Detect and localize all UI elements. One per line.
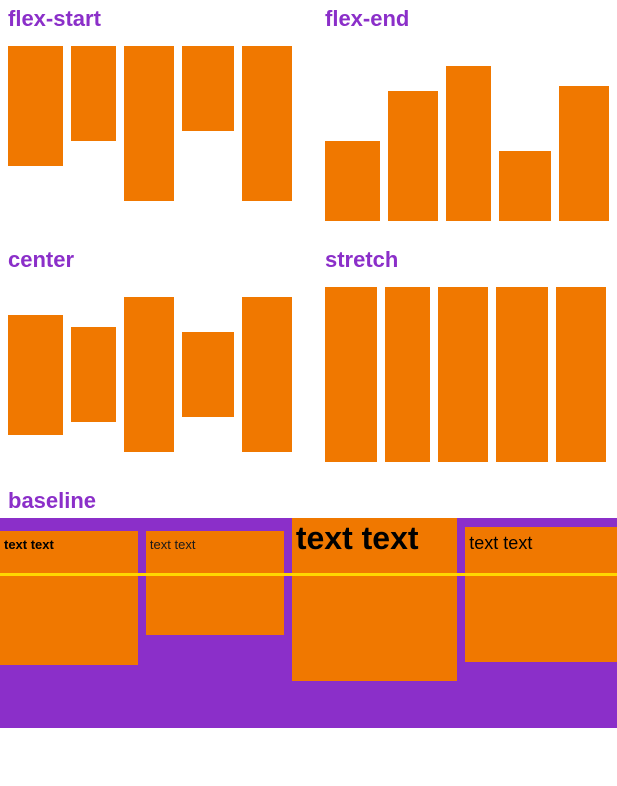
baseline-item-4: text text [465, 527, 617, 662]
baseline-container: text text text text text text [0, 518, 617, 728]
baseline-item-4-inner: text text [465, 527, 617, 662]
flex-start-section: flex-start flex-end [0, 0, 617, 239]
box-fs-5 [242, 46, 292, 201]
box-st-3 [438, 287, 488, 462]
baseline-text-4: text text [469, 533, 613, 555]
baseline-item-1-inner: text text [0, 531, 138, 665]
baseline-item-1: text text [0, 531, 138, 665]
center-section: center stretch [0, 241, 617, 480]
box-fe-1 [325, 141, 380, 221]
stretch-label: stretch [317, 241, 617, 277]
baseline-text-2: text text [150, 537, 280, 553]
baseline-flex: text text text text text text [0, 518, 617, 728]
stretch-panel: stretch [317, 241, 617, 472]
baseline-section: baseline text text text text [0, 482, 617, 728]
baseline-text-3: text text [296, 522, 453, 554]
box-c-5 [242, 297, 292, 452]
box-st-5 [556, 287, 606, 462]
baseline-item-4-block [469, 555, 613, 660]
baseline-item-3: text text [292, 518, 457, 681]
baseline-item-3-inner: text text [292, 518, 457, 681]
baseline-item-2-block [150, 553, 280, 633]
box-fe-3 [446, 66, 491, 221]
box-fs-3 [124, 46, 174, 201]
baseline-item-1-block [4, 553, 134, 663]
center-panel: center [0, 241, 300, 472]
box-fs-4 [182, 46, 234, 131]
flex-start-label: flex-start [0, 0, 300, 36]
baseline-line [0, 573, 617, 576]
box-st-1 [325, 287, 377, 462]
center-label: center [0, 241, 300, 277]
box-c-2 [71, 327, 116, 422]
flex-start-container [0, 36, 300, 231]
box-fs-1 [8, 46, 63, 166]
box-fs-2 [71, 46, 116, 141]
center-container [0, 277, 300, 472]
box-c-1 [8, 315, 63, 435]
baseline-item-2: text text [146, 531, 284, 635]
flex-end-panel: flex-end [317, 0, 617, 231]
box-fe-2 [388, 91, 438, 221]
box-c-3 [124, 297, 174, 452]
baseline-label: baseline [0, 482, 617, 518]
box-st-4 [496, 287, 548, 462]
flex-start-panel: flex-start [0, 0, 300, 231]
box-c-4 [182, 332, 234, 417]
baseline-item-2-inner: text text [146, 531, 284, 635]
flex-end-container [317, 36, 617, 231]
box-fe-5 [559, 86, 609, 221]
flex-end-label: flex-end [317, 0, 617, 36]
baseline-text-1: text text [4, 537, 134, 553]
box-st-2 [385, 287, 430, 462]
box-fe-4 [499, 151, 551, 221]
stretch-container [317, 277, 617, 472]
